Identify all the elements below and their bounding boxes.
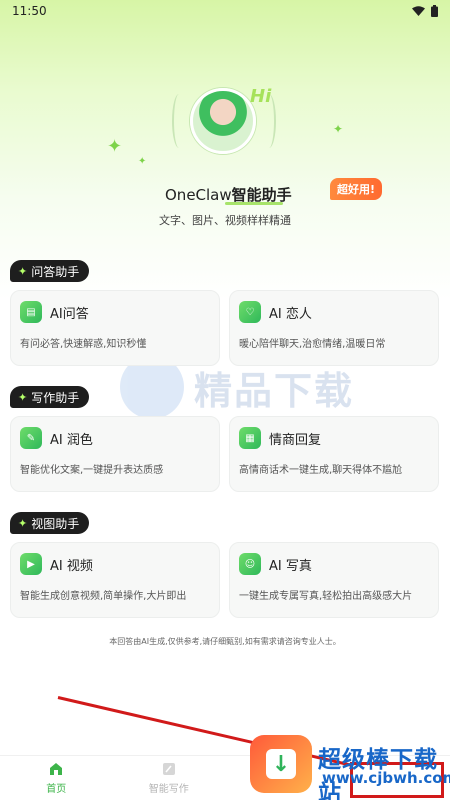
nav-home-label: 首页 xyxy=(46,784,67,795)
title-underline xyxy=(225,202,283,205)
pen-icon: ✎ xyxy=(20,427,42,449)
card-ai-polish[interactable]: ✎ AI 润色 智能优化文案,一键提升表达质感 xyxy=(10,416,220,492)
sparkle-icon-left: ✦ xyxy=(107,136,123,157)
sparkle-icon: ✦ xyxy=(18,264,28,278)
sparkle-icon: ✦ xyxy=(18,516,28,530)
card-ai-lover[interactable]: ♡ AI 恋人 暖心陪伴聊天,治愈情绪,温暖日常 xyxy=(229,290,439,366)
hi-greeting: Hi xyxy=(250,86,272,107)
status-time: 11:50 xyxy=(12,4,47,18)
section-tag-label: 问答助手 xyxy=(31,264,80,279)
reply-icon: ▦ xyxy=(239,427,261,449)
ai-disclaimer: 本回答由AI生成,仅供参考,请仔细甄别,如有需求请咨询专业人士。 xyxy=(109,637,341,646)
card-desc: 一键生成专属写真,轻松拍出高级感大片 xyxy=(239,591,413,602)
portrait-icon: ☺ xyxy=(239,553,261,575)
promo-badge: 超好用! xyxy=(330,178,383,200)
section-tag-label: 写作助手 xyxy=(31,390,80,405)
card-title: AI 视频 xyxy=(50,558,93,574)
hero-subtitle: 文字、图片、视频样样精通 xyxy=(159,214,291,227)
chat-icon: ▤ xyxy=(20,301,42,323)
nav-writing[interactable]: 智能写作 xyxy=(113,756,226,800)
write-icon xyxy=(162,763,175,775)
card-title: AI 润色 xyxy=(50,432,93,448)
avatar xyxy=(190,88,256,154)
nav-home[interactable]: 首页 xyxy=(0,756,113,800)
nav-writing-label: 智能写作 xyxy=(148,784,189,795)
section-tag-writing: ✦ 写作助手 xyxy=(10,386,90,408)
card-title: 情商回复 xyxy=(269,432,322,448)
card-title: AI问答 xyxy=(50,306,89,322)
card-desc: 智能优化文案,一键提升表达质感 xyxy=(20,465,164,476)
hero-title-prefix: OneClaw xyxy=(165,186,232,204)
card-desc: 智能生成创意视频,简单操作,大片即出 xyxy=(20,591,187,602)
sparkle-icon: ✦ xyxy=(18,390,28,404)
section-tag-visual: ✦ 视图助手 xyxy=(10,512,90,534)
card-ai-video[interactable]: ▶ AI 视频 智能生成创意视频,简单操作,大片即出 xyxy=(10,542,220,618)
sparkle-icon-right: ✦ xyxy=(333,122,344,136)
sparkle-icon-small: ✦ xyxy=(138,156,147,167)
lover-icon: ♡ xyxy=(239,301,261,323)
status-icons xyxy=(412,5,438,17)
card-desc: 暖心陪伴聊天,治愈情绪,温暖日常 xyxy=(239,339,386,350)
download-icon: ↓ xyxy=(266,749,296,779)
watermark-text: 精品下载 xyxy=(194,368,355,413)
card-ai-portrait[interactable]: ☺ AI 写真 一键生成专属写真,轻松拍出高级感大片 xyxy=(229,542,439,618)
battery-icon xyxy=(431,5,438,17)
decor-arc-left xyxy=(172,94,186,148)
wifi-icon xyxy=(412,6,425,16)
promo-site-url: www.cjbwh.com xyxy=(322,769,450,787)
video-icon: ▶ xyxy=(20,553,42,575)
home-icon xyxy=(50,763,63,775)
card-eq-reply[interactable]: ▦ 情商回复 高情商话术一键生成,聊天得体不尴尬 xyxy=(229,416,439,492)
section-tag-qa: ✦ 问答助手 xyxy=(10,260,90,282)
hero: Hi ✦ ✦ ✦ OneClaw智能助手 超好用! 文字、图片、视频样样精通 xyxy=(0,80,450,230)
card-desc: 有问必答,快速解惑,知识秒懂 xyxy=(20,339,147,350)
card-desc: 高情商话术一键生成,聊天得体不尴尬 xyxy=(239,465,403,476)
section-tag-label: 视图助手 xyxy=(31,516,80,531)
card-ai-qa[interactable]: ▤ AI问答 有问必答,快速解惑,知识秒懂 xyxy=(10,290,220,366)
card-title: AI 写真 xyxy=(269,558,312,574)
status-bar: 11:50 xyxy=(0,0,450,22)
card-title: AI 恋人 xyxy=(269,306,312,322)
promo-logo: ↓ xyxy=(250,735,312,793)
